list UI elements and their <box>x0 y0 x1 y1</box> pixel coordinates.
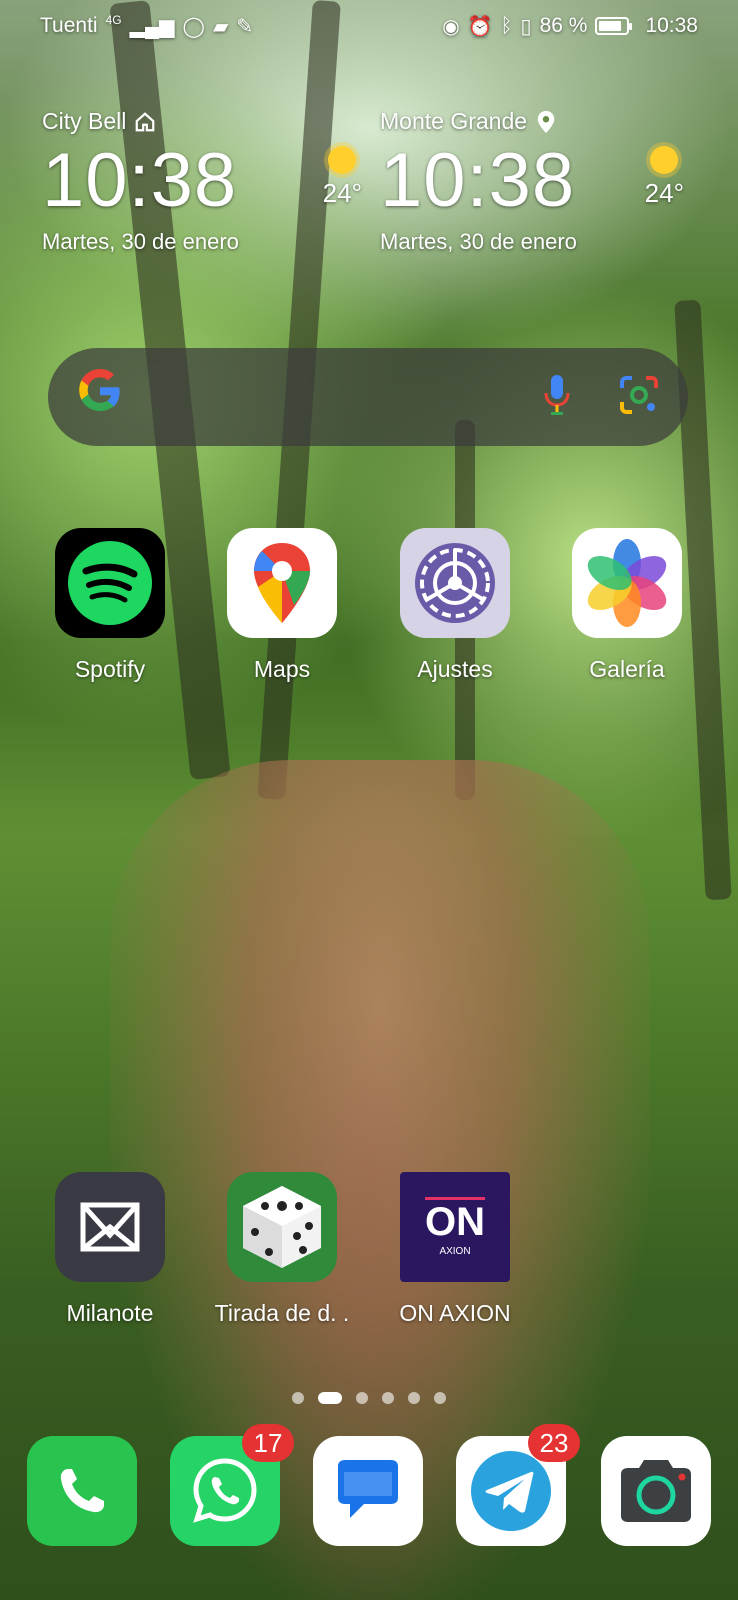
messages-icon <box>338 1460 398 1518</box>
mic-icon[interactable] <box>542 373 572 422</box>
wrench-icon: ✎ <box>236 15 254 38</box>
on-axion-logo-subtext: AXION <box>439 1246 471 1257</box>
app-label: Spotify <box>74 656 146 682</box>
on-axion-icon: ON AXION <box>400 1172 510 1282</box>
clock-date: Martes, 30 de enero <box>42 229 239 254</box>
clock-city-label: City Bell <box>42 108 127 134</box>
page-dot[interactable] <box>408 1392 420 1404</box>
weather-temp: 24° <box>644 178 684 208</box>
weather-widget: 24° <box>323 146 362 209</box>
page-dot-active[interactable] <box>318 1392 342 1404</box>
dock-telegram[interactable]: 23 <box>456 1424 580 1546</box>
whatsapp-icon <box>193 1458 257 1523</box>
carrier-label: Tuenti <box>40 14 98 37</box>
location-pin-icon <box>537 110 555 133</box>
dock-messages[interactable] <box>313 1436 423 1546</box>
settings-icon <box>400 528 510 638</box>
battery-percent: 86 % <box>539 14 588 37</box>
clock-city-label: Monte Grande <box>380 108 528 134</box>
phone-icon <box>60 1469 104 1513</box>
app-spotify[interactable]: Spotify <box>35 528 185 683</box>
clock-city: Monte Grande <box>380 108 700 135</box>
app-label: Galería <box>589 656 665 682</box>
page-dot[interactable] <box>356 1392 368 1404</box>
weather-temp: 24° <box>322 178 362 208</box>
vibrate-icon: ▯ <box>520 15 532 38</box>
network-type-label: 4G <box>105 13 122 27</box>
on-axion-logo-text: ON <box>425 1197 485 1242</box>
page-indicator[interactable] <box>0 1392 738 1404</box>
app-label: Tirada de d. . <box>214 1300 350 1326</box>
page-dot[interactable] <box>382 1392 394 1404</box>
app-galeria[interactable]: Galería <box>552 528 702 683</box>
whatsapp-icon: ◯ <box>182 15 205 38</box>
camera-icon <box>621 1460 691 1522</box>
page-dot[interactable] <box>292 1392 304 1404</box>
sun-icon <box>650 146 679 174</box>
clock-widget-monte-grande[interactable]: Monte Grande 10:38 Martes, 30 de enero 2… <box>380 108 700 255</box>
app-on-axion[interactable]: ON AXION ON AXION <box>380 1172 530 1327</box>
page-dot[interactable] <box>434 1392 446 1404</box>
clock-time: 10:38 <box>42 138 238 223</box>
clock-city: City Bell <box>42 108 362 135</box>
signal-icon: ▂▄▆ <box>129 15 175 38</box>
clock-widget-city-bell[interactable]: City Bell 10:38 Martes, 30 de enero 24° <box>42 108 362 255</box>
google-search-bar[interactable] <box>48 348 688 446</box>
search-input[interactable] <box>124 348 542 446</box>
dock-whatsapp[interactable]: 17 <box>170 1424 294 1546</box>
alarm-icon: ⏰ <box>467 15 493 38</box>
dice-icon <box>227 1172 337 1282</box>
google-lens-icon[interactable] <box>618 374 660 421</box>
battery-fill <box>599 21 622 31</box>
dock-camera[interactable] <box>601 1436 711 1546</box>
dock-phone[interactable] <box>27 1436 137 1546</box>
milanote-icon <box>55 1172 165 1282</box>
app-tirada-de-dados[interactable]: Tirada de d. . <box>207 1172 357 1327</box>
app-label: Milanote <box>66 1300 154 1326</box>
clock-date: Martes, 30 de enero <box>380 229 577 254</box>
spotify-icon <box>55 528 165 638</box>
bluetooth-icon: ᛒ <box>500 14 513 37</box>
google-logo-icon <box>76 367 124 427</box>
app-ajustes[interactable]: Ajustes <box>380 528 530 683</box>
weather-widget: 24° <box>645 146 684 209</box>
status-time: 10:38 <box>645 14 698 37</box>
status-bar: Tuenti 4G ▂▄▆ ◯ ▰ ✎ ◉ ⏰ ᛒ ▯ 86 % 10:38 <box>0 0 738 52</box>
app-milanote[interactable]: Milanote <box>35 1172 185 1327</box>
chat-icon: ▰ <box>212 15 229 38</box>
maps-icon <box>227 528 337 638</box>
app-label: Ajustes <box>417 656 493 682</box>
app-label: ON AXION <box>399 1300 511 1326</box>
eye-icon: ◉ <box>442 15 460 38</box>
notification-badge: 23 <box>528 1424 580 1462</box>
gallery-icon <box>572 528 682 638</box>
app-label: Maps <box>253 656 311 682</box>
app-maps[interactable]: Maps <box>207 528 357 683</box>
battery-icon <box>595 17 633 35</box>
notification-badge: 17 <box>242 1424 294 1462</box>
sun-icon <box>328 146 357 174</box>
home-icon <box>136 111 155 131</box>
